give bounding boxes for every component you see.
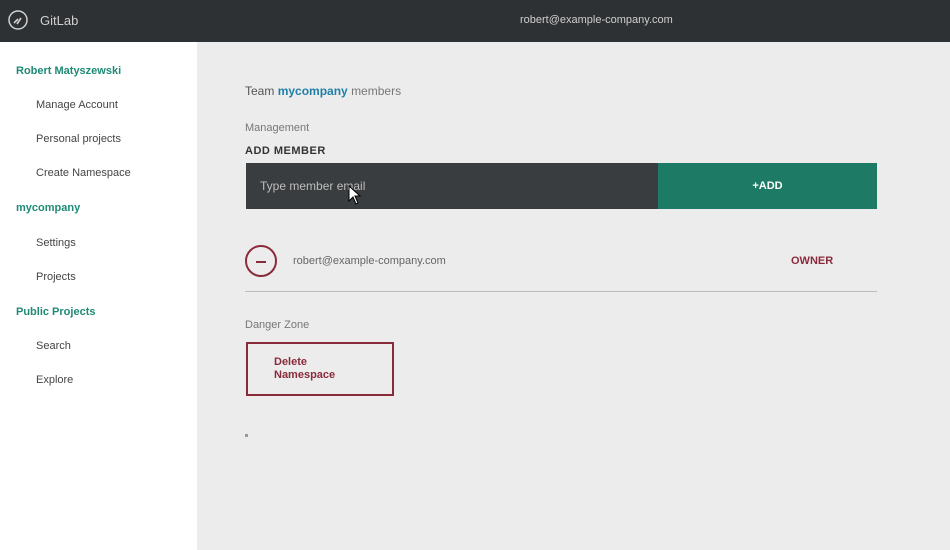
top-bar: GitLab robert@example-company.com (0, 0, 950, 42)
management-label: Management (245, 122, 310, 134)
delete-button-line1: Delete (274, 356, 308, 368)
member-email-input[interactable] (246, 163, 658, 209)
add-member-button[interactable]: +ADD (658, 163, 877, 209)
sidebar-namespace-name[interactable]: mycompany (16, 202, 80, 214)
sidebar-user-name[interactable]: Robert Matyszewski (16, 65, 121, 77)
sidebar: Robert Matyszewski Manage Account Person… (0, 42, 197, 550)
avatar-dash-icon (256, 261, 266, 263)
delete-namespace-button[interactable]: Delete Namespace (246, 342, 394, 396)
add-member-row: +ADD (246, 163, 877, 209)
sidebar-item-create-namespace[interactable]: Create Namespace (36, 167, 131, 179)
member-email: robert@example-company.com (293, 255, 446, 267)
sidebar-item-settings[interactable]: Settings (36, 237, 76, 249)
avatar (245, 245, 277, 277)
logo-icon[interactable] (8, 10, 28, 30)
title-prefix: Team (245, 84, 275, 98)
user-email[interactable]: robert@example-company.com (520, 14, 673, 26)
sidebar-item-explore[interactable]: Explore (36, 374, 73, 386)
delete-button-line2: Namespace (274, 369, 336, 381)
page-title: Team mycompany members (245, 84, 401, 98)
add-member-heading: ADD MEMBER (245, 145, 326, 157)
member-role-badge[interactable]: OWNER (791, 255, 833, 267)
danger-zone-label: Danger Zone (245, 319, 310, 331)
member-row: robert@example-company.com OWNER (245, 245, 877, 283)
sidebar-public-header[interactable]: Public Projects (16, 306, 95, 318)
title-suffix: members (351, 84, 402, 98)
mouse-cursor-icon (348, 185, 362, 205)
main-content: Team mycompany members Management ADD ME… (197, 42, 950, 550)
sidebar-item-manage-account[interactable]: Manage Account (36, 99, 118, 111)
brand-name[interactable]: GitLab (40, 13, 78, 28)
sidebar-item-personal-projects[interactable]: Personal projects (36, 133, 121, 145)
divider (245, 291, 877, 292)
title-namespace-link[interactable]: mycompany (278, 84, 348, 98)
dot-marker (245, 434, 248, 437)
sidebar-item-search[interactable]: Search (36, 340, 71, 352)
sidebar-item-projects[interactable]: Projects (36, 271, 76, 283)
